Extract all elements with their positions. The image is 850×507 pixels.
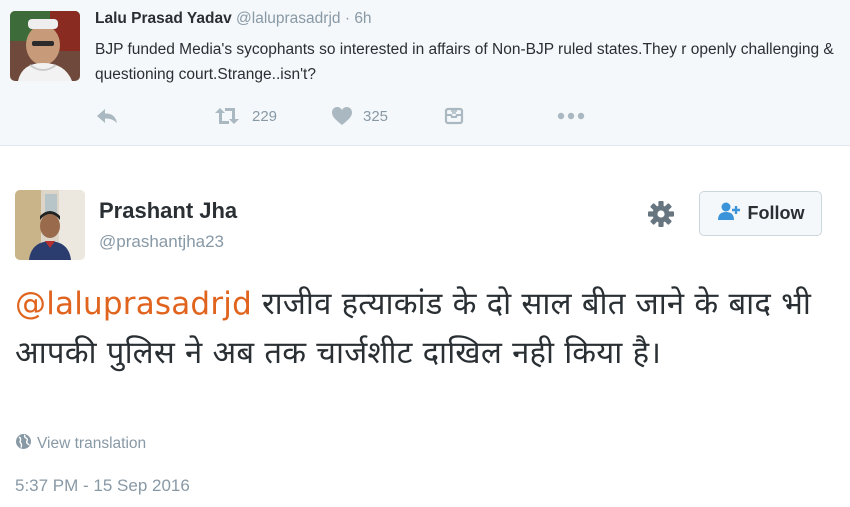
author-name[interactable]: Prashant Jha xyxy=(99,198,237,224)
mention-link[interactable]: @laluprasadrjd xyxy=(15,286,252,322)
parent-tweet-actions: 229 325 xyxy=(95,103,615,129)
add-user-icon xyxy=(717,201,741,226)
globe-icon xyxy=(15,433,32,455)
retweet-count: 229 xyxy=(252,107,278,125)
more-options-button[interactable] xyxy=(556,103,586,129)
view-translation-link[interactable]: View translation xyxy=(15,433,146,455)
author-avatar[interactable] xyxy=(15,190,85,260)
follow-button-label: Follow xyxy=(747,203,805,223)
gear-icon xyxy=(646,201,676,233)
follow-button[interactable]: Follow xyxy=(699,191,822,236)
retweet-button[interactable]: 229 xyxy=(212,103,277,129)
more-icon xyxy=(556,111,586,121)
reply-button[interactable] xyxy=(95,103,119,129)
tweet-timestamp[interactable]: 5:37 PM - 15 Sep 2016 xyxy=(15,476,190,496)
author-handle[interactable]: @prashantjha23 xyxy=(99,232,224,252)
direct-message-button[interactable] xyxy=(444,103,464,129)
parent-author-name[interactable]: Lalu Prasad Yadav xyxy=(95,10,232,27)
parent-tweet-time[interactable]: 6h xyxy=(354,10,371,27)
tweet-text: @laluprasadrjd राजीव हत्याकांड के दो साल… xyxy=(15,280,835,378)
dm-icon xyxy=(444,106,464,126)
parent-author-handle[interactable]: @laluprasadrjd xyxy=(236,10,340,27)
retweet-icon xyxy=(212,106,242,126)
like-count: 325 xyxy=(363,107,389,125)
view-translation-label: View translation xyxy=(37,435,147,452)
like-button[interactable]: 325 xyxy=(331,103,388,129)
reply-icon xyxy=(95,106,119,126)
parent-tweet-header: Lalu Prasad Yadav @laluprasadrjd · 6h xyxy=(95,10,372,30)
parent-tweet: Lalu Prasad Yadav @laluprasadrjd · 6h BJ… xyxy=(0,0,850,146)
user-actions-button[interactable] xyxy=(646,199,676,229)
separator-dot: · xyxy=(344,10,350,27)
parent-author-avatar[interactable] xyxy=(10,11,80,81)
heart-icon xyxy=(331,106,353,126)
parent-tweet-text: BJP funded Media's sycophants so interes… xyxy=(95,41,834,83)
